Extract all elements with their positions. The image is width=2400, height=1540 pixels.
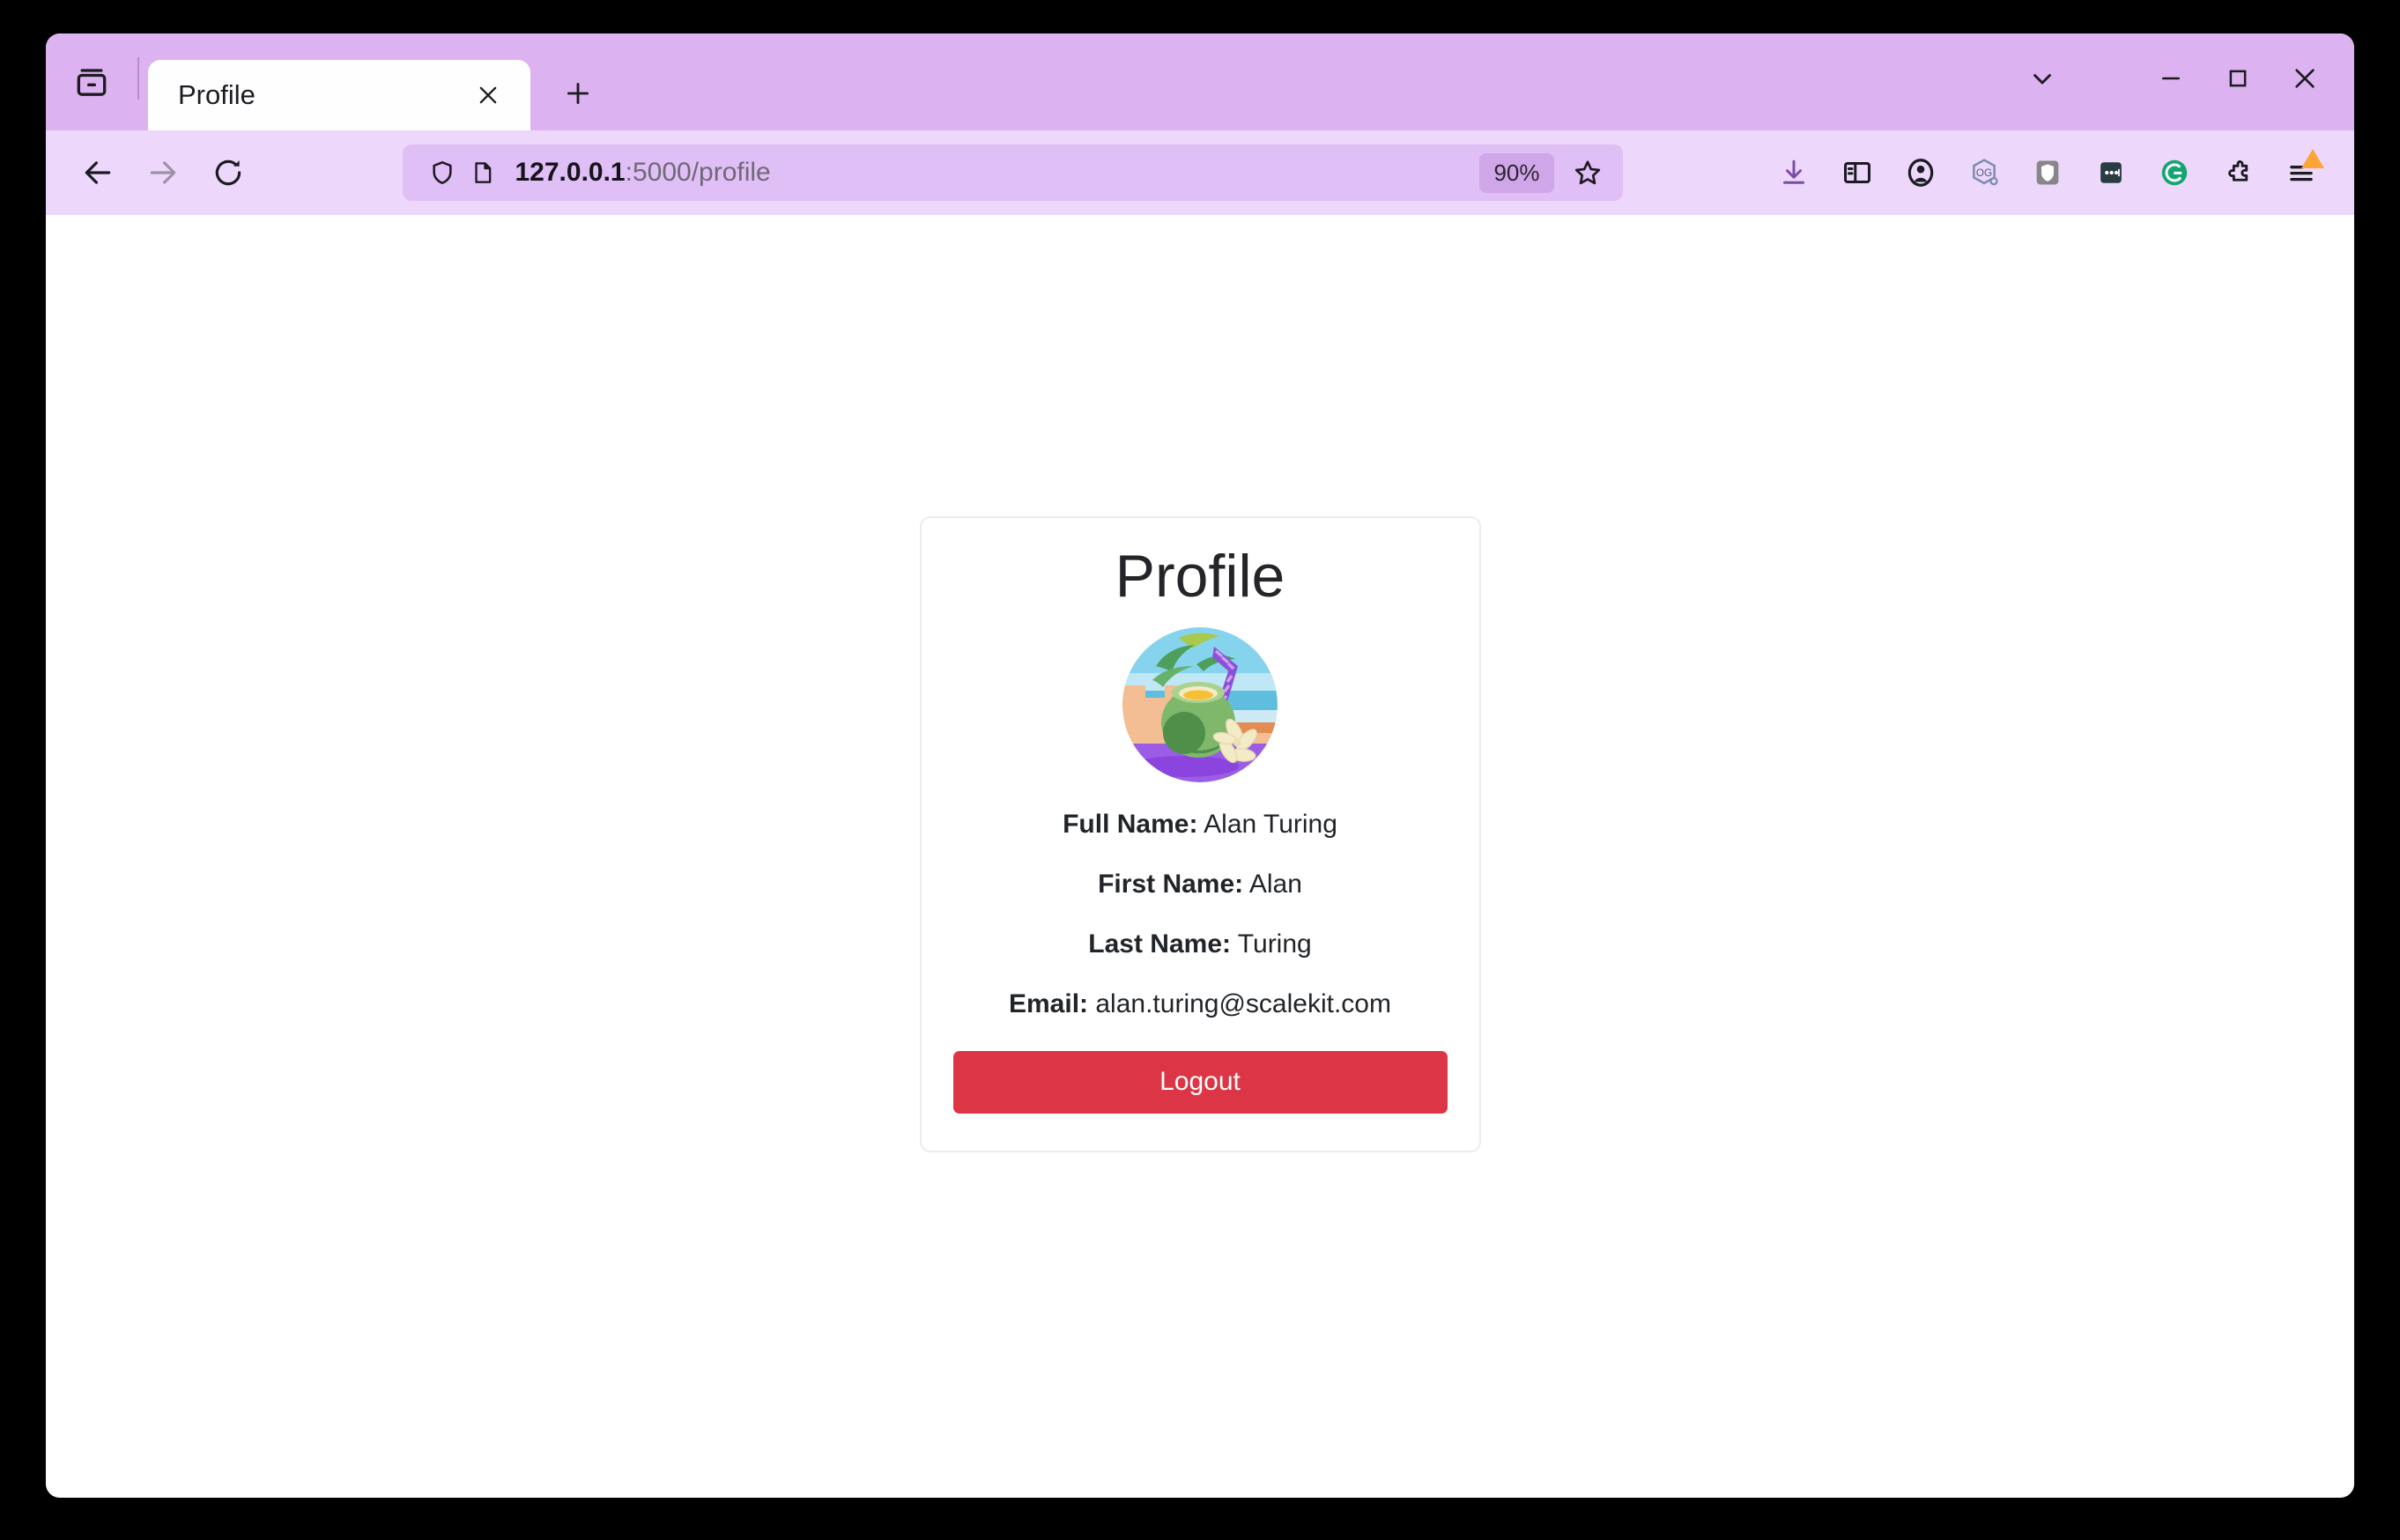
logout-button[interactable]: Logout: [952, 1051, 1448, 1114]
maximize-icon: [2229, 70, 2247, 87]
firefox-view-button[interactable]: [46, 33, 137, 130]
field-value: alan.turing@scalekit.com: [1095, 989, 1391, 1019]
close-icon: [479, 86, 497, 104]
browser-window: Profile 127.0.0.1:5000/profile 90% OG Pr…: [46, 33, 2354, 1498]
tab-title: Profile: [178, 79, 256, 110]
downloads-icon: [1783, 159, 1804, 184]
field-email: Email: alan.turing@scalekit.com: [953, 987, 1448, 1021]
forward-button[interactable]: [132, 142, 194, 204]
reload-icon: [215, 159, 241, 186]
field-full-name: Full Name: Alan Turing: [953, 807, 1448, 841]
ublock-origin-button[interactable]: [2016, 142, 2079, 204]
profile-card: Profile Full Name: Alan Turing First Nam…: [919, 516, 1481, 1153]
forward-arrow-icon: [150, 161, 176, 184]
field-value: Alan: [1248, 870, 1302, 900]
coconut-beach-avatar-icon: [1122, 627, 1278, 783]
new-tab-button[interactable]: [546, 62, 610, 125]
chevron-down-icon: [2033, 74, 2051, 85]
og-extension-button[interactable]: OG: [1952, 142, 2016, 204]
minimize-icon: [2162, 77, 2180, 80]
zoom-level-badge[interactable]: 90%: [1479, 152, 1554, 193]
field-label: Email:: [1009, 989, 1089, 1019]
extensions-button[interactable]: [2206, 142, 2270, 204]
page-title: Profile: [1115, 543, 1285, 610]
sidebar-icon: [1844, 162, 1870, 183]
field-value: Turing: [1237, 929, 1312, 959]
ublock-shield-icon: [2036, 160, 2059, 185]
downloads-button[interactable]: [1762, 142, 1826, 204]
bookmark-button[interactable]: [1565, 150, 1611, 196]
browser-tab[interactable]: Profile: [148, 60, 530, 130]
tracking-protection-button[interactable]: [422, 152, 463, 193]
dots-extension-button[interactable]: [2079, 142, 2143, 204]
page-icon: [474, 162, 491, 183]
window-controls: [2009, 33, 2354, 130]
og-badge-icon: OG: [1973, 159, 1998, 186]
grammarly-icon: [2161, 159, 2188, 186]
field-label: First Name:: [1098, 870, 1244, 900]
field-label: Last Name:: [1088, 929, 1231, 959]
maximize-button[interactable]: [2204, 45, 2271, 112]
list-all-tabs-button[interactable]: [2009, 45, 2076, 112]
grammarly-button[interactable]: [2143, 142, 2206, 204]
toolbar-extension-icons: OG: [1762, 142, 2333, 204]
star-icon: [1574, 160, 1600, 185]
account-icon: [1907, 159, 1934, 187]
dots-extension-icon: [2100, 162, 2122, 183]
avatar: [1122, 627, 1278, 783]
svg-text:OG: OG: [1976, 167, 1992, 179]
puzzle-extensions-icon: [2228, 159, 2248, 181]
firefox-view-icon: [77, 69, 107, 96]
shield-icon: [432, 161, 452, 185]
tab-bar: Profile: [46, 33, 2354, 130]
url-host: 127.0.0.1: [515, 158, 626, 187]
field-value: Alan Turing: [1204, 810, 1337, 840]
field-last-name: Last Name: Turing: [953, 927, 1448, 961]
minimize-button[interactable]: [2137, 45, 2204, 112]
account-button[interactable]: [1889, 142, 1952, 204]
sidebar-button[interactable]: [1826, 142, 1889, 204]
update-badge-icon: [2301, 149, 2324, 168]
field-first-name: First Name: Alan: [953, 867, 1448, 901]
address-bar[interactable]: 127.0.0.1:5000/profile 90%: [402, 144, 1623, 201]
navigation-toolbar: 127.0.0.1:5000/profile 90% OG: [46, 130, 2354, 215]
url-path: :5000/profile: [625, 158, 771, 187]
urlbar-container: 127.0.0.1:5000/profile 90%: [263, 144, 1762, 201]
back-arrow-icon: [85, 161, 111, 184]
reload-button[interactable]: [197, 142, 259, 204]
page-info-button[interactable]: [463, 152, 503, 193]
close-icon: [2295, 69, 2315, 88]
url-text: 127.0.0.1:5000/profile: [515, 158, 1480, 188]
back-button[interactable]: [67, 142, 129, 204]
close-tab-icon[interactable]: [467, 74, 509, 116]
app-menu-button[interactable]: [2270, 142, 2333, 204]
close-window-button[interactable]: [2271, 45, 2338, 112]
page-content: Profile Full Name: Alan Turing First Nam…: [46, 215, 2354, 1498]
field-label: Full Name:: [1063, 810, 1198, 840]
plus-icon: [567, 82, 589, 105]
tab-separator: [137, 57, 139, 100]
